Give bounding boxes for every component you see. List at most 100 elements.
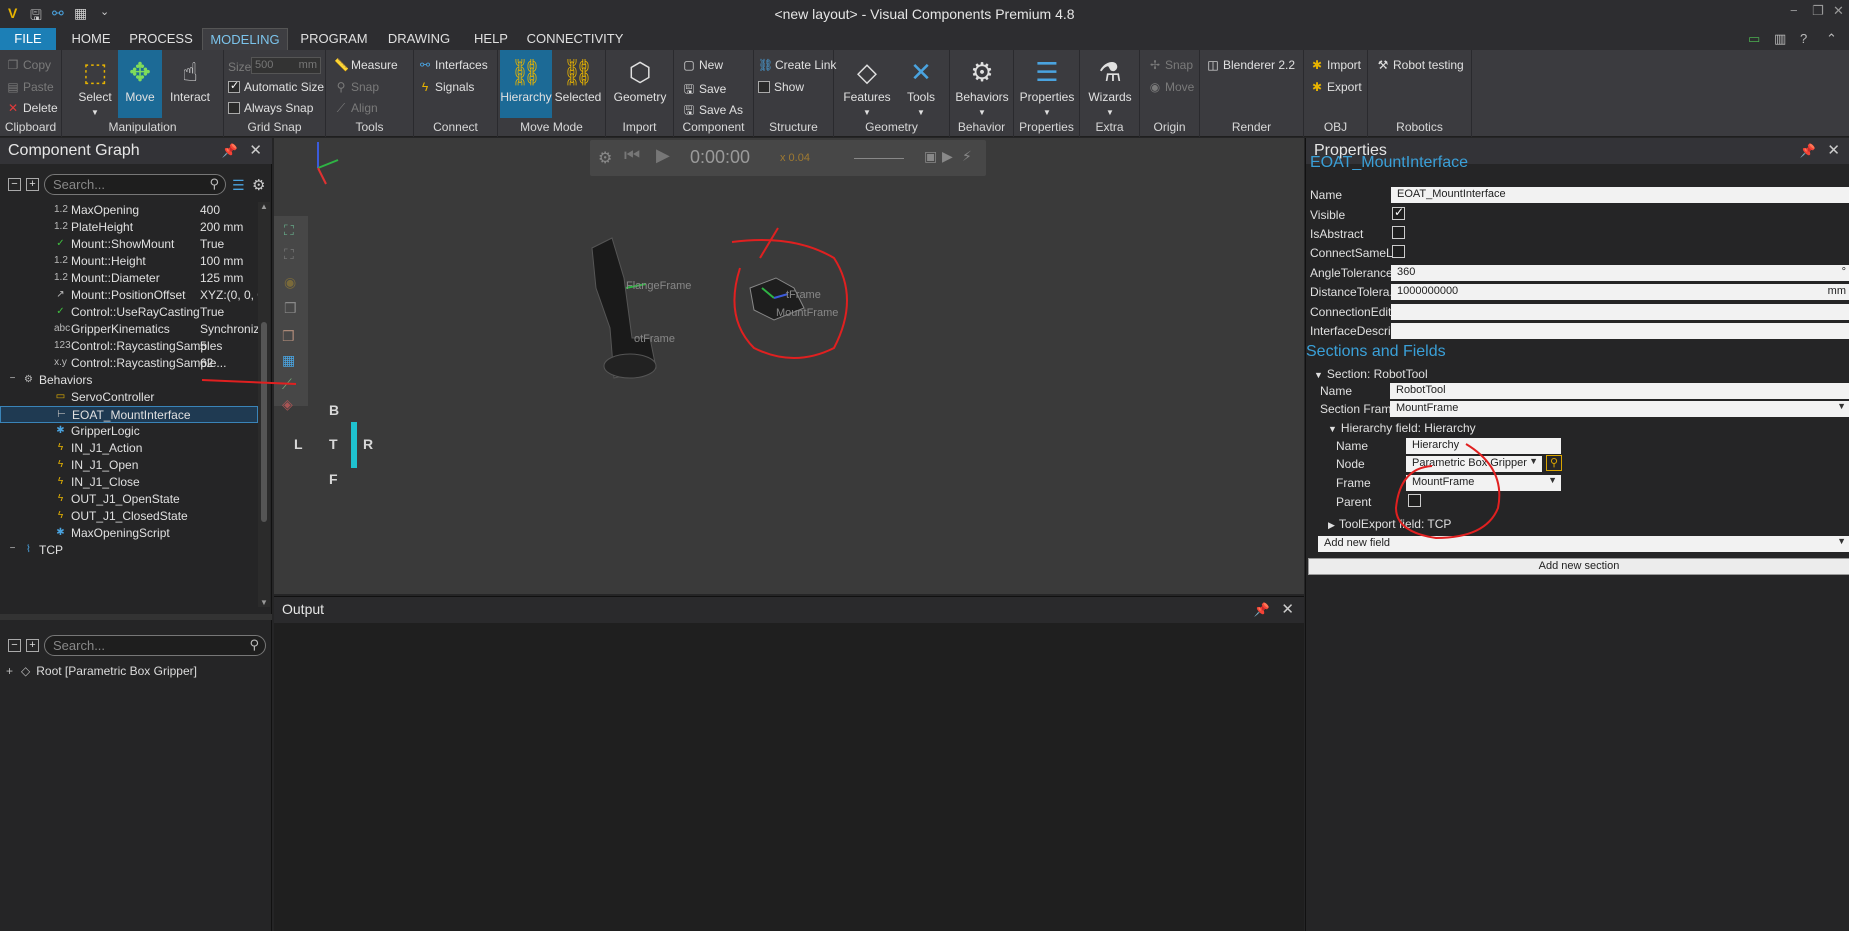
toolexport-field-header[interactable]: ▶ ToolExport field: TCP [1328, 517, 1451, 531]
tab-home[interactable]: HOME [62, 28, 120, 50]
tree-row[interactable]: ϟ OUT_J1_ClosedState [0, 508, 258, 525]
root-node[interactable]: + ◇ Root [Parametric Box Gripper] [6, 664, 197, 678]
behaviors-button[interactable]: ⚙ Behaviors ▼ [952, 50, 1012, 118]
isabstract-checkbox[interactable] [1392, 226, 1405, 239]
tree-node[interactable]: − ⌇ TCP [0, 542, 258, 559]
select-button[interactable]: ⬚ Select ▼ [72, 50, 118, 118]
expand-icon[interactable]: + [6, 664, 13, 678]
expand-all-icon[interactable]: + [26, 639, 39, 652]
minimize-icon[interactable]: − [1790, 3, 1798, 18]
collapse-ribbon-icon[interactable]: ⌃ [1826, 31, 1837, 47]
tab-process[interactable]: PROCESS [128, 28, 194, 50]
close-icon[interactable]: ✕ [1281, 600, 1294, 618]
collapse-arrow-icon[interactable]: ▼ [1314, 370, 1323, 380]
section-frame-select[interactable]: MountFrame ▼ [1390, 401, 1849, 417]
tree-row[interactable]: ↗ Mount::PositionOffset XYZ:(0, 0, 0) [0, 287, 258, 304]
tree-row[interactable]: 1.2 Mount::Diameter 125 mm [0, 270, 258, 287]
pin-icon[interactable]: 📌 [1254, 602, 1270, 618]
rewind-icon[interactable]: ⏮ [624, 145, 640, 166]
navcube-right[interactable]: R [363, 436, 373, 452]
distancetolerance-field[interactable]: 1000000000 mm [1391, 284, 1849, 300]
measure-button[interactable]: 📏 Measure [334, 58, 398, 72]
show-structure-checkbox[interactable]: Show [758, 80, 804, 94]
collapse-all-icon[interactable]: − [8, 639, 21, 652]
pin-icon[interactable]: 📌 [1800, 143, 1816, 159]
paste-button[interactable]: ▤ Paste [6, 80, 53, 94]
fit-view-icon[interactable]: ⛶ [284, 222, 294, 239]
new-component-button[interactable]: ▢ New [682, 58, 723, 72]
interact-button[interactable]: ☝ Interact [166, 50, 214, 118]
render-mode-icon[interactable]: ◈ [282, 396, 293, 413]
save-component-button[interactable]: 🖫 Save [682, 80, 726, 101]
interfacedescription-field[interactable] [1391, 323, 1849, 339]
interfaces-button[interactable]: ⚯ Interfaces [418, 58, 488, 72]
help-icon[interactable]: ? [1800, 31, 1807, 46]
signals-button[interactable]: ϟ Signals [418, 80, 475, 94]
navcube-back[interactable]: B [329, 402, 339, 418]
graph-search-input[interactable]: Search... ⚲ [44, 174, 226, 195]
box-icon[interactable]: ❒ [284, 300, 297, 317]
panels-icon[interactable]: ▥ [1774, 31, 1786, 47]
obj-import-button[interactable]: ✱ Import [1310, 58, 1361, 72]
scrollbar-thumb[interactable] [261, 322, 267, 522]
tree-row[interactable]: ϟ IN_J1_Open [0, 457, 258, 474]
angletolerance-field[interactable]: 360 ° [1391, 265, 1849, 281]
pick-node-icon[interactable]: ⚲ [1546, 455, 1562, 471]
hierarchy-node-select[interactable]: Parametric Box Gripper ▼ [1406, 456, 1542, 472]
properties-button[interactable]: ☰ Properties ▼ [1016, 50, 1078, 118]
tree-row[interactable]: ⊢ EOAT_MountInterface [0, 406, 258, 423]
tree-row[interactable]: abcGripperKinematics Synchronize [0, 321, 258, 338]
geometry-import-button[interactable]: ⬡ Geometry [612, 50, 668, 118]
tab-drawing[interactable]: DRAWING [380, 28, 458, 50]
hierarchy-frame-select[interactable]: MountFrame ▼ [1406, 475, 1561, 491]
tree-node[interactable]: − ⚙ Behaviors [0, 372, 258, 389]
grid-icon[interactable]: ⟋ [282, 376, 292, 393]
scroll-down-icon[interactable]: ▼ [260, 598, 268, 607]
tab-modeling[interactable]: MODELING [202, 28, 288, 50]
tree-row[interactable]: x.y Control::RaycastingSample... 62 [0, 355, 258, 372]
navcube-front[interactable]: F [329, 471, 338, 487]
connectsamelevel-checkbox[interactable] [1392, 245, 1405, 258]
projection-icon[interactable]: ▦ [282, 352, 295, 369]
settings-icon[interactable]: ⚡ [962, 148, 972, 165]
visibility-icon[interactable]: ◉ [284, 274, 296, 291]
filter-icon[interactable]: ☰ [232, 177, 245, 194]
features-button[interactable]: ◇ Features ▼ [838, 50, 896, 118]
export-video-icon[interactable]: ▣ [924, 148, 937, 165]
tree-row[interactable]: 1.2 MaxOpening 400 [0, 202, 258, 219]
expand-arrow-icon[interactable]: ▶ [1328, 520, 1335, 530]
add-new-section-button[interactable]: Add new section [1308, 558, 1849, 575]
collapse-arrow-icon[interactable]: ▼ [1328, 424, 1337, 434]
tab-program[interactable]: PROGRAM [296, 28, 372, 50]
navcube-top[interactable]: T [329, 436, 338, 452]
section-robottool-header[interactable]: ▼ Section: RobotTool [1314, 367, 1428, 381]
gear-icon[interactable]: ⚙ [252, 176, 265, 194]
tree-row[interactable]: 1.2 Mount::Height 100 mm [0, 253, 258, 270]
obj-export-button[interactable]: ✱ Export [1310, 80, 1362, 94]
restore-icon[interactable]: ❐ [1812, 3, 1824, 19]
tree-row[interactable]: ϟ OUT_J1_OpenState [0, 491, 258, 508]
tree-row[interactable]: 123 Control::RaycastingSamples 5 [0, 338, 258, 355]
hierarchy-button[interactable]: ⛓ Hierarchy [500, 50, 552, 118]
play-icon[interactable]: ▶ [656, 145, 670, 166]
delete-button[interactable]: ✕ Delete [6, 101, 58, 115]
speed-slider[interactable] [854, 158, 904, 159]
create-link-button[interactable]: ⛓ Create Link [758, 58, 836, 72]
align-button[interactable]: ⟋ Align [334, 101, 378, 116]
fit-selection-icon[interactable]: ⛶ [284, 246, 294, 263]
tree-row[interactable]: 1.2 PlateHeight 200 mm [0, 219, 258, 236]
collapse-icon[interactable]: − [6, 543, 19, 554]
tab-file[interactable]: FILE [0, 28, 56, 50]
collapse-all-icon[interactable]: − [8, 178, 21, 191]
tree-row[interactable]: ϟ IN_J1_Close [0, 474, 258, 491]
view-cube-icon[interactable]: ❒ [282, 328, 295, 345]
root-search-input[interactable]: Search... ⚲ [44, 635, 266, 656]
name-field[interactable]: EOAT_MountInterface [1391, 187, 1849, 203]
tree-row[interactable]: ▭ ServoController [0, 389, 258, 406]
origin-snap-button[interactable]: ✢ Snap [1148, 58, 1193, 72]
hierarchy-field-header[interactable]: ▼ Hierarchy field: Hierarchy [1328, 421, 1476, 435]
close-icon[interactable]: ✕ [1827, 141, 1840, 159]
tab-help[interactable]: HELP [466, 28, 516, 50]
tab-connectivity[interactable]: CONNECTIVITY [524, 28, 626, 50]
grid-size-input[interactable]: 500 mm [251, 57, 321, 74]
